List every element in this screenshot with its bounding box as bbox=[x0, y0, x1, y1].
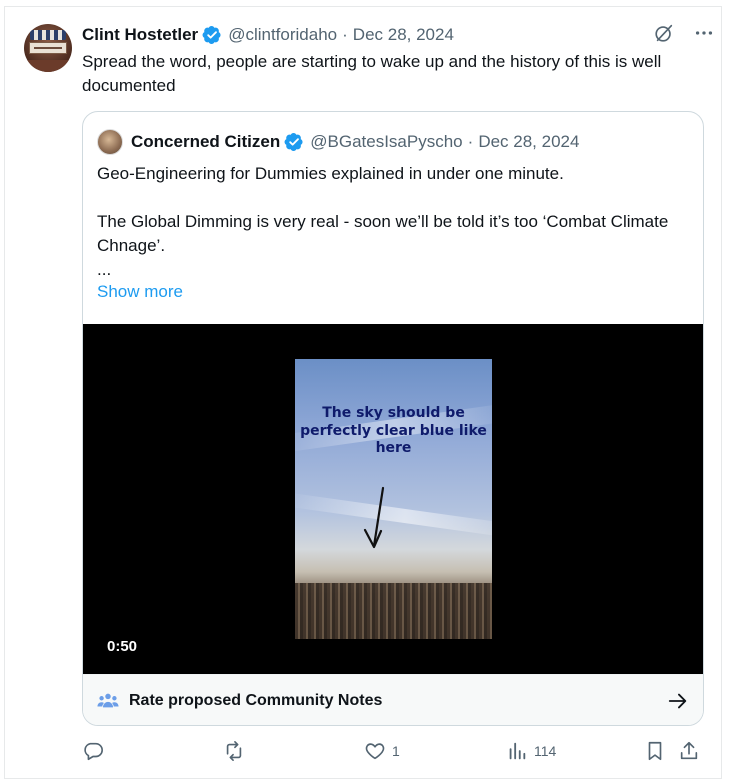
bookmark-icon bbox=[648, 741, 662, 761]
views-button[interactable]: 114 bbox=[506, 740, 556, 762]
people-icon bbox=[97, 693, 119, 708]
action-bar: 1 114 bbox=[82, 740, 702, 768]
author-name[interactable]: Clint Hostetler bbox=[82, 25, 198, 45]
separator-dot: · bbox=[467, 132, 474, 151]
verified-badge-icon bbox=[202, 26, 221, 44]
community-notes-label: Rate proposed Community Notes bbox=[129, 692, 383, 709]
video-caption: The sky should be perfectly clear blue l… bbox=[300, 405, 487, 456]
quote-date[interactable]: Dec 28, 2024 bbox=[478, 132, 579, 152]
video-duration: 0:50 bbox=[107, 638, 138, 655]
post-header: Clint Hostetler @clintforidaho · Dec 28,… bbox=[82, 23, 723, 47]
quote-author-name[interactable]: Concerned Citizen bbox=[131, 132, 280, 152]
views-count: 114 bbox=[534, 743, 557, 759]
heart-icon bbox=[365, 743, 385, 760]
separator-dot: · bbox=[342, 25, 348, 44]
views-icon bbox=[509, 742, 526, 760]
post-text: Spread the word, people are starting to … bbox=[82, 52, 662, 95]
share-button[interactable] bbox=[678, 740, 700, 762]
bookmark-button[interactable] bbox=[644, 740, 666, 762]
author-avatar[interactable] bbox=[24, 24, 72, 72]
reply-icon bbox=[84, 742, 103, 761]
author-handle[interactable]: @clintforidaho bbox=[228, 25, 337, 45]
header-icons bbox=[653, 22, 715, 44]
more-icon[interactable] bbox=[693, 22, 715, 44]
video-thumbnail: The sky should be perfectly clear blue l… bbox=[295, 359, 492, 639]
verified-badge-icon bbox=[284, 133, 303, 151]
down-arrow-icon bbox=[363, 486, 385, 549]
quote-text: Geo-Engineering for Dummies explained in… bbox=[97, 164, 669, 279]
reply-button[interactable] bbox=[82, 740, 110, 762]
share-icon bbox=[680, 741, 698, 760]
repost-icon bbox=[226, 741, 242, 761]
arrow-right-icon[interactable] bbox=[667, 690, 689, 712]
repost-button[interactable] bbox=[222, 740, 252, 762]
quote-author-handle[interactable]: @BGatesIsaPyscho bbox=[310, 132, 462, 152]
quote-author-avatar[interactable] bbox=[97, 129, 123, 155]
quote-header: Concerned Citizen @BGatesIsaPyscho · Dec… bbox=[97, 129, 579, 155]
grok-icon[interactable] bbox=[653, 22, 675, 44]
video-player[interactable]: The sky should be perfectly clear blue l… bbox=[83, 324, 703, 674]
like-count: 1 bbox=[392, 743, 400, 759]
post-date[interactable]: Dec 28, 2024 bbox=[353, 25, 454, 45]
quoted-post[interactable]: Concerned Citizen @BGatesIsaPyscho · Dec… bbox=[82, 111, 704, 726]
show-more-link[interactable]: Show more bbox=[97, 282, 183, 302]
like-button[interactable]: 1 bbox=[364, 740, 400, 762]
community-notes-bar[interactable]: Rate proposed Community Notes bbox=[83, 674, 703, 725]
